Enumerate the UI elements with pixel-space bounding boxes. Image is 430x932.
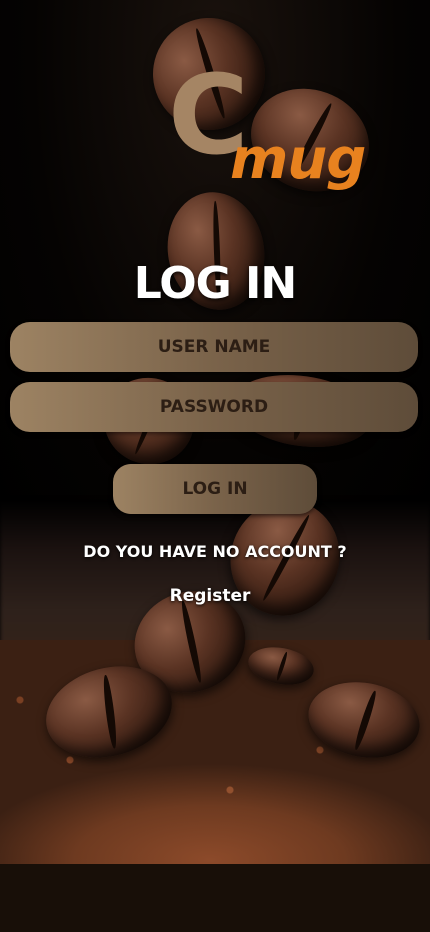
password-field[interactable] <box>10 381 418 433</box>
register-link[interactable]: Register <box>150 586 270 606</box>
login-screen: C mug LOG IN LOG IN DO YOU HAVE NO ACCOU… <box>0 0 430 932</box>
username-input[interactable] <box>10 321 418 373</box>
password-input[interactable] <box>10 381 418 433</box>
bottom-bar <box>0 864 430 932</box>
logo-word: mug <box>230 127 366 192</box>
login-button[interactable]: LOG IN <box>113 464 317 514</box>
cmug-logo: C mug <box>150 60 380 200</box>
no-account-question: DO YOU HAVE NO ACCOUNT ? <box>83 542 347 561</box>
username-field[interactable] <box>10 321 418 373</box>
page-title: LOG IN <box>133 258 298 309</box>
